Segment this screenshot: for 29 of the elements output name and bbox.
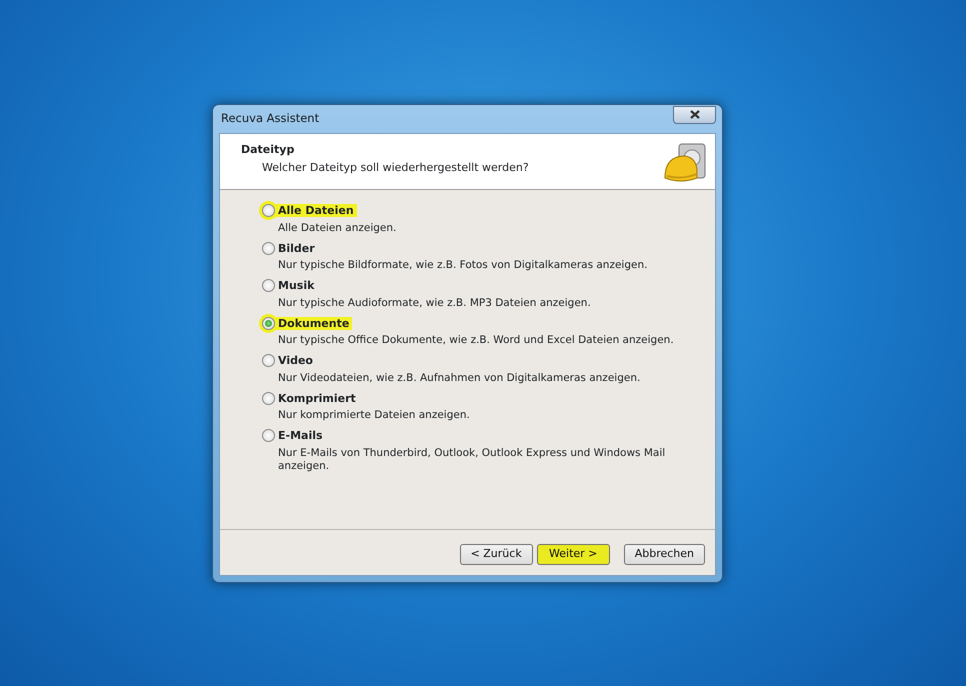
option-label[interactable]: Musik: [278, 279, 314, 292]
option-label[interactable]: Alle Dateien: [275, 204, 357, 217]
radio-button[interactable]: [262, 354, 275, 367]
radio-button[interactable]: [262, 242, 275, 254]
option-description: Nur Videodateien, wie z.B. Aufnahmen von Digitalkameras anzeigen.: [278, 372, 640, 384]
option-label[interactable]: Bilder: [278, 242, 315, 254]
dialog-button[interactable]: Abbrechen: [624, 544, 705, 565]
radio-button[interactable]: [262, 392, 275, 404]
option-description: Nur E-Mails von Thunderbird, Outlook, Outlook Express und Windows Mail anzeigen.: [278, 446, 666, 472]
radio-button[interactable]: [262, 279, 275, 292]
option-label[interactable]: E-Mails: [278, 429, 323, 442]
header-title: Dateityp: [241, 142, 296, 158]
dialog-button[interactable]: < Zurück: [460, 544, 533, 565]
radio-button[interactable]: [262, 316, 275, 330]
option-description: Alle Dateien anzeigen.: [278, 222, 396, 234]
option-label[interactable]: Dokumente: [275, 316, 352, 330]
option-description: Nur typische Office Dokumente, wie z.B. Word und Excel Dateien anzeigen.: [278, 334, 674, 347]
dialog-button[interactable]: Weiter >: [536, 544, 610, 565]
option-description: Nur komprimierte Dateien anzeigen.: [278, 409, 470, 422]
option-label[interactable]: Komprimiert: [278, 392, 356, 404]
header-subtitle: Welcher Dateityp soll wiederhergestellt werden?: [261, 160, 529, 176]
option-description: Nur typische Bildformate, wie z.B. Fotos von Digitalkameras anzeigen.: [278, 259, 648, 272]
radio-button[interactable]: [262, 429, 275, 442]
close-icon: [690, 110, 700, 119]
window-title: Recuva Assistent: [220, 110, 320, 128]
radio-button[interactable]: [262, 204, 275, 217]
close-button[interactable]: [673, 106, 716, 124]
option-description: Nur typische Audioformate, wie z.B. MP3 Dateien anzeigen.: [278, 296, 591, 310]
option-label[interactable]: Video: [278, 354, 313, 367]
